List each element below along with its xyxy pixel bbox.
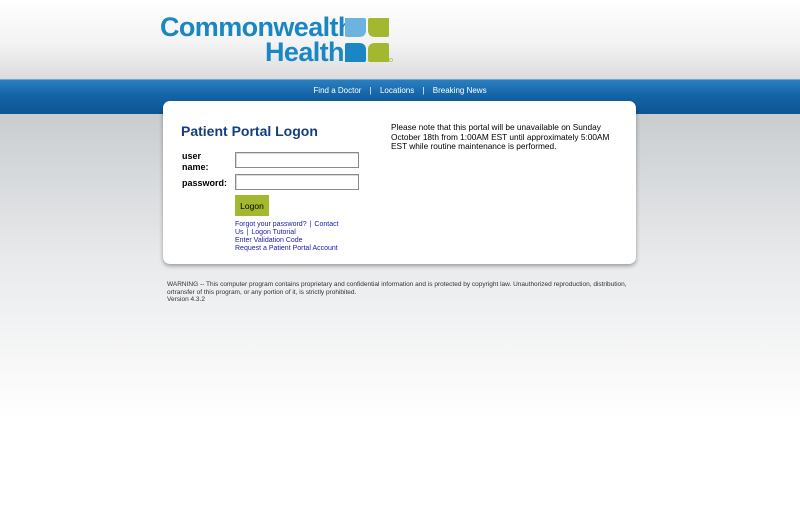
nav-links: Find a Doctor | Locations | Breaking New… [0,86,800,95]
login-help-links: Forgot your password? | Contact Us | Logon T… [235,221,360,253]
link-separator: | [246,229,249,236]
request-account-link[interactable]: Request a Patient Portal Account [235,245,338,252]
page-title: Patient Portal Logon [181,123,318,139]
password-field[interactable] [235,174,359,190]
logon-button[interactable]: Logon [235,195,269,216]
nav-find-a-doctor[interactable]: Find a Doctor [313,86,361,95]
logon-tutorial-link[interactable]: Logon Tutorial [251,229,295,236]
clover-cross-logo-icon [345,18,393,62]
nav-breaking-news[interactable]: Breaking News [433,86,487,95]
enter-validation-code-link[interactable]: Enter Validation Code [235,237,303,244]
warning-text: WARNING -- This computer program contain… [167,281,627,296]
username-label: user name: [182,151,209,172]
version-text: Version 4.3.2 [167,296,205,303]
forgot-password-link[interactable]: Forgot your password? [235,221,307,228]
copyright-warning: WARNING -- This computer program contain… [167,281,637,304]
nav-separator: | [422,86,425,95]
maintenance-notice: Please note that this portal will be una… [391,122,610,151]
site-header: Commonwealth Health [0,0,800,79]
password-label: password: [182,178,228,188]
nav-locations[interactable]: Locations [380,86,414,95]
username-field[interactable] [235,152,359,168]
commonwealth-health-logo[interactable]: Commonwealth Health [160,14,395,66]
nav-separator: | [369,86,372,95]
logo-text-line2: Health [265,37,345,67]
login-panel: Patient Portal Logon user name: password… [163,101,636,264]
link-separator: | [309,221,312,228]
